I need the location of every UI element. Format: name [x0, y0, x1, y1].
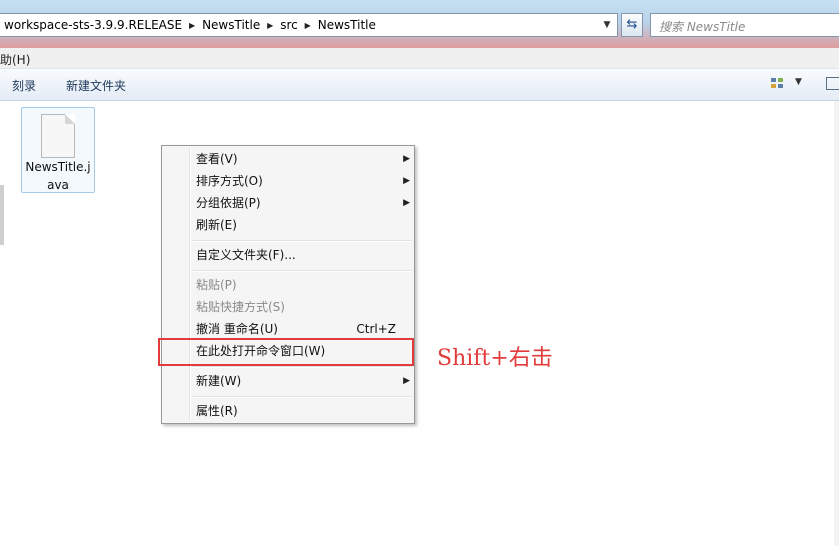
- menu-item-sort-by[interactable]: 排序方式(O) ▶: [196, 171, 410, 191]
- preview-pane-icon[interactable]: [826, 77, 839, 90]
- menu-separator: [192, 396, 412, 398]
- menu-separator: [192, 240, 412, 242]
- submenu-arrow-icon: ▶: [403, 154, 410, 164]
- context-menu: 查看(V) ▶ 排序方式(O) ▶ 分组依据(P) ▶ 刷新(E) 自定义文件夹(F)…: [161, 145, 415, 424]
- file-name-line-1: NewsTitle.j: [25, 160, 91, 174]
- menu-item-properties[interactable]: 属性(R): [196, 401, 410, 421]
- menu-item-paste-shortcut: 粘贴快捷方式(S): [196, 297, 410, 317]
- search-placeholder: 搜索 NewsTitle: [659, 20, 746, 34]
- menu-item-label: 刷新(E): [196, 218, 237, 232]
- view-options-icon[interactable]: [771, 78, 785, 90]
- chevron-right-icon[interactable]: ▶: [262, 21, 278, 30]
- nav-pane-splitter[interactable]: [0, 185, 4, 245]
- menu-item-group-by[interactable]: 分组依据(P) ▶: [196, 193, 410, 213]
- breadcrumb-item-package[interactable]: NewsTitle: [316, 18, 378, 32]
- submenu-arrow-icon: ▶: [403, 198, 410, 208]
- annotation-text: Shift+右击: [437, 346, 553, 371]
- chevron-right-icon[interactable]: ▶: [184, 21, 200, 30]
- menu-item-label: 排序方式(O): [196, 174, 263, 188]
- refresh-icon: ⇆: [626, 17, 638, 32]
- new-folder-button[interactable]: 新建文件夹: [66, 77, 126, 94]
- breadcrumb: workspace-sts-3.9.9.RELEASE ▶ NewsTitle ▶ sr…: [2, 18, 378, 32]
- menu-item-undo-rename[interactable]: 撤消 重命名(U) Ctrl+Z: [196, 319, 410, 339]
- menu-item-label: 属性(R): [196, 404, 238, 418]
- menu-item-refresh[interactable]: 刷新(E): [196, 215, 410, 235]
- file-name: NewsTitle.j ava: [22, 158, 94, 194]
- refresh-button[interactable]: ⇆: [621, 13, 643, 37]
- menu-item-label: 新建(W): [196, 374, 242, 388]
- file-list-area[interactable]: [0, 101, 839, 546]
- address-toolbar: workspace-sts-3.9.9.RELEASE ▶ NewsTitle ▶ sr…: [0, 0, 839, 48]
- menu-item-label: 查看(V): [196, 152, 238, 166]
- menu-separator: [192, 270, 412, 272]
- menu-item-label: 粘贴快捷方式(S): [196, 300, 285, 314]
- file-icon: [41, 114, 75, 158]
- chevron-down-icon[interactable]: ▼: [795, 77, 802, 87]
- menu-item-label: 撤消 重命名(U): [196, 322, 278, 336]
- menu-item-customize-folder[interactable]: 自定义文件夹(F)...: [196, 245, 410, 265]
- menu-item-label: 粘贴(P): [196, 278, 237, 292]
- file-name-line-2: ava: [47, 178, 69, 192]
- menubar: 助(H): [0, 48, 839, 69]
- menu-item-label: 分组依据(P): [196, 196, 261, 210]
- breadcrumb-item-workspace[interactable]: workspace-sts-3.9.9.RELEASE: [2, 18, 184, 32]
- breadcrumb-item-project[interactable]: NewsTitle: [200, 18, 262, 32]
- highlight-box: [158, 338, 414, 366]
- address-dropdown-icon[interactable]: ▼: [599, 14, 615, 36]
- menu-item-shortcut: Ctrl+Z: [356, 322, 396, 336]
- scrollbar[interactable]: [834, 101, 839, 546]
- burn-button[interactable]: 刻录: [12, 77, 36, 94]
- menu-item-paste: 粘贴(P): [196, 275, 410, 295]
- file-item[interactable]: NewsTitle.j ava: [21, 107, 95, 193]
- menu-item-label: 自定义文件夹(F)...: [196, 248, 296, 262]
- menu-separator: [192, 366, 412, 368]
- submenu-arrow-icon: ▶: [403, 376, 410, 386]
- breadcrumb-item-src[interactable]: src: [278, 18, 300, 32]
- submenu-arrow-icon: ▶: [403, 176, 410, 186]
- chevron-right-icon[interactable]: ▶: [300, 21, 316, 30]
- command-toolbar: 刻录 新建文件夹 ▼: [0, 69, 839, 101]
- menu-item-view[interactable]: 查看(V) ▶: [196, 149, 410, 169]
- address-bar[interactable]: workspace-sts-3.9.9.RELEASE ▶ NewsTitle ▶ sr…: [0, 13, 618, 37]
- menu-item-new[interactable]: 新建(W) ▶: [196, 371, 410, 391]
- menu-help[interactable]: 助(H): [0, 51, 30, 68]
- search-input[interactable]: 搜索 NewsTitle: [650, 13, 839, 37]
